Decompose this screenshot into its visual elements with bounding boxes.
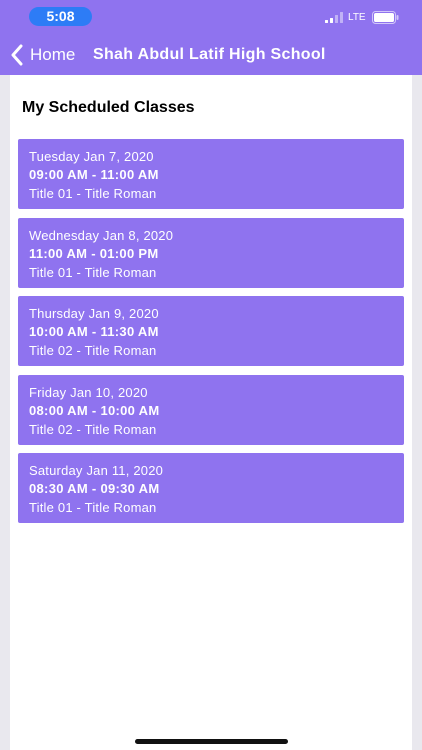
chevron-left-icon (11, 44, 23, 66)
class-date: Friday Jan 10, 2020 (29, 384, 148, 400)
signal-icon (325, 12, 343, 23)
content-panel: My Scheduled Classes Tuesday Jan 7, 2020… (10, 75, 412, 750)
status-bar: 5:08 LTE (0, 0, 422, 34)
class-time: 10:00 AM - 11:30 AM (29, 324, 159, 340)
section-title: My Scheduled Classes (22, 99, 195, 116)
class-title: Title 01 - Title Roman (29, 186, 157, 201)
class-card[interactable]: Tuesday Jan 7, 2020 09:00 AM - 11:00 AM … (18, 139, 404, 209)
class-time: 08:00 AM - 10:00 AM (29, 402, 160, 418)
network-label: LTE (348, 12, 366, 23)
back-button[interactable]: Home (10, 43, 75, 67)
page-title: Shah Abdul Latif High School (93, 46, 326, 63)
scheduled-class-list: Tuesday Jan 7, 2020 09:00 AM - 11:00 AM … (18, 139, 404, 532)
class-time: 09:00 AM - 11:00 AM (29, 167, 159, 182)
top-bar: 5:08 LTE Home Shah Abdul Latif High Scho… (0, 0, 422, 75)
class-card[interactable]: Wednesday Jan 8, 2020 11:00 AM - 01:00 P… (18, 217, 404, 288)
class-card[interactable]: Thursday Jan 9, 2020 10:00 AM - 11:30 AM… (18, 296, 404, 367)
class-title: Title 02 - Title Roman (29, 421, 157, 437)
battery-icon (372, 11, 399, 24)
back-label: Home (30, 45, 76, 64)
class-card[interactable]: Friday Jan 10, 2020 08:00 AM - 10:00 AM … (18, 374, 404, 445)
home-indicator[interactable] (135, 739, 288, 744)
class-time: 11:00 AM - 01:00 PM (29, 245, 159, 261)
class-date: Tuesday Jan 7, 2020 (29, 149, 154, 164)
class-date: Thursday Jan 9, 2020 (29, 306, 159, 322)
class-title: Title 01 - Title Roman (29, 264, 157, 280)
class-date: Saturday Jan 11, 2020 (29, 463, 164, 479)
navigation-bar: Home Shah Abdul Latif High School (0, 34, 422, 75)
class-time: 08:30 AM - 09:30 AM (29, 481, 160, 497)
status-time: 5:08 (29, 7, 92, 26)
class-title: Title 01 - Title Roman (29, 500, 157, 516)
class-card[interactable]: Saturday Jan 11, 2020 08:30 AM - 09:30 A… (18, 453, 404, 524)
class-date: Wednesday Jan 8, 2020 (29, 227, 174, 243)
class-title: Title 02 - Title Roman (29, 343, 157, 359)
